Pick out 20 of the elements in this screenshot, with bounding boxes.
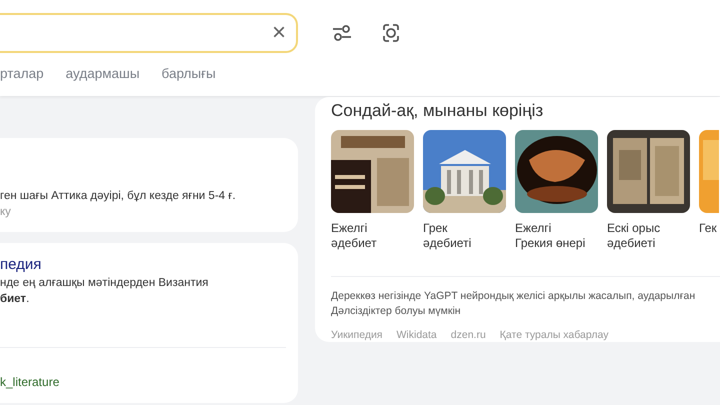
clear-button[interactable]: ×: [272, 21, 286, 45]
search-field[interactable]: ×: [0, 13, 298, 53]
camera-search-icon[interactable]: [380, 22, 402, 44]
related-label[interactable]: Гек: [699, 221, 719, 236]
related-label[interactable]: Ежелгі әдебиет: [331, 221, 414, 251]
snippet-text: нде ең алғашқы мәтіндерден Византия: [0, 276, 210, 291]
filter-icon[interactable]: [331, 22, 353, 44]
related-label[interactable]: Ежелгі Грекия өнері: [515, 221, 598, 251]
result-title[interactable]: педия: [0, 255, 286, 275]
result-url[interactable]: k_literature: [0, 374, 286, 390]
related-label[interactable]: Ескі орыс әдебиеті: [607, 221, 690, 251]
search-tab[interactable]: рталар: [0, 64, 44, 84]
search-tab[interactable]: барлығы: [162, 64, 216, 84]
snippet-text: ген шағы Аттика дәуірі, бұл кезде яғни 5-4 ғ.: [0, 189, 237, 204]
section-title: Сондай-ақ, мынаны көріңіз: [331, 101, 544, 121]
disclaimer-text: Дереккөз негізінде YaGPT нейрондық желісі арқылы жасалып, аударылған Дәлсіздіктер болуы мүмкін: [331, 289, 696, 319]
snippet-text: биет.: [0, 292, 30, 307]
related-label[interactable]: Грек әдебиеті: [423, 221, 506, 251]
source-text: ку: [0, 205, 12, 220]
search-tab[interactable]: аудармашы: [66, 64, 140, 84]
